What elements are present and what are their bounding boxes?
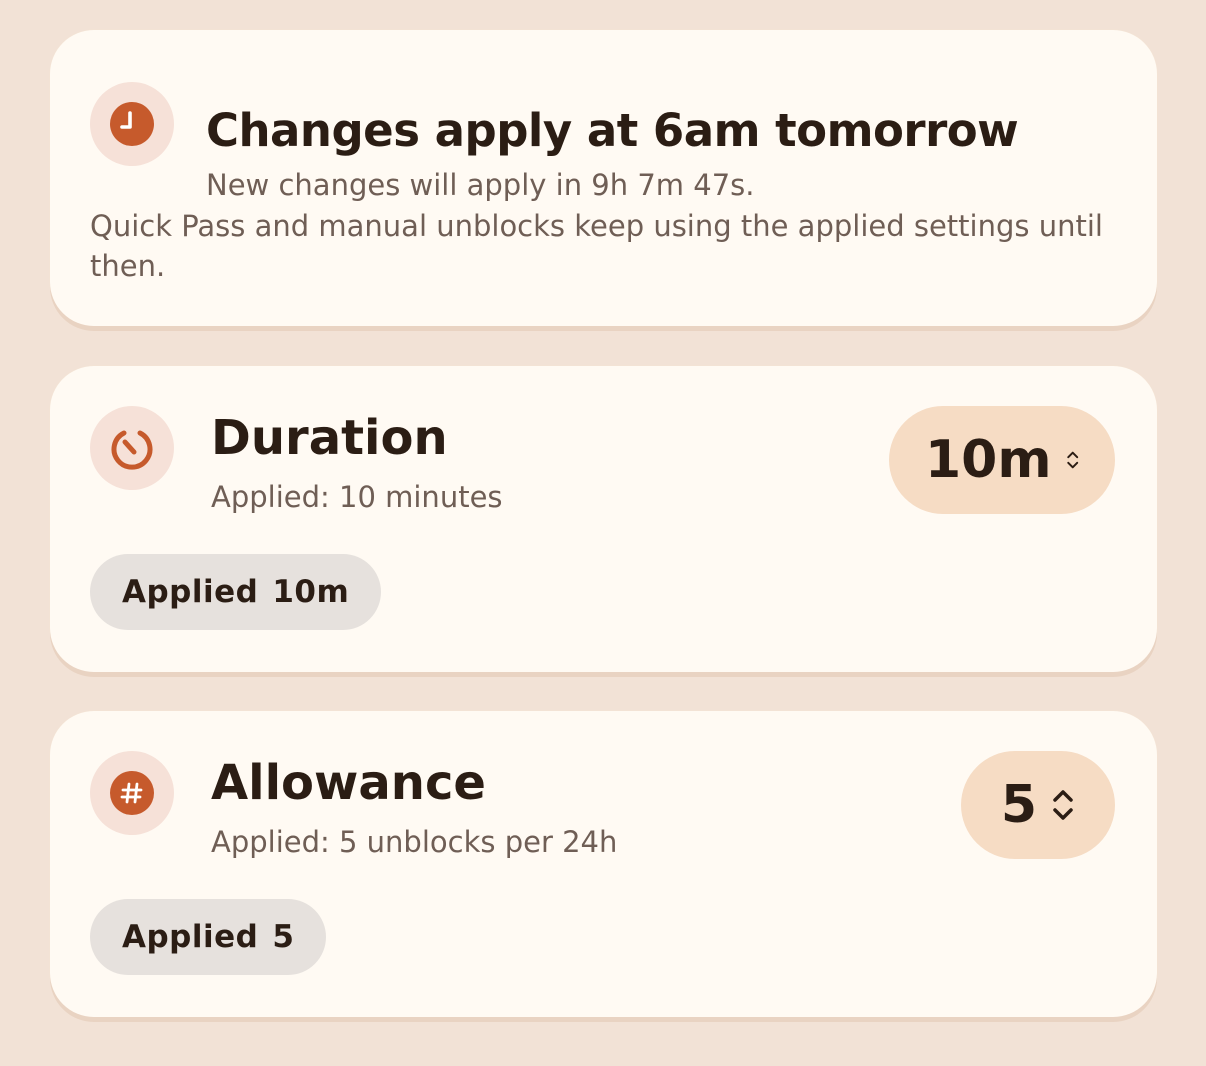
notice-description: Quick Pass and manual unblocks keep usin…	[90, 209, 1103, 283]
applied-chip-value: 5	[272, 919, 295, 955]
notice-countdown: New changes will apply in 9h 7m 47s.	[206, 168, 755, 202]
allowance-picker-value: 5	[1000, 775, 1038, 835]
setting-title-duration: Duration	[211, 410, 448, 466]
chevron-up-down-icon	[1066, 451, 1078, 469]
allowance-setting-card: Allowance Applied: 5 unblocks per 24h 5 …	[50, 711, 1157, 1017]
duration-picker[interactable]: 10m	[889, 406, 1115, 514]
applied-chip-value: 10m	[272, 574, 350, 610]
allowance-picker[interactable]: 5	[961, 751, 1115, 859]
applied-chip-label: Applied	[122, 574, 259, 610]
duration-picker-value: 10m	[925, 430, 1052, 490]
notice-title: Changes apply at 6am tomorrow	[206, 104, 1019, 157]
setting-subtitle-duration: Applied: 10 minutes	[211, 480, 503, 514]
applied-chip-allowance: Applied 5	[90, 899, 327, 975]
clock-icon	[110, 102, 154, 146]
clock-icon-badge	[90, 82, 174, 166]
applied-chip-duration: Applied 10m	[90, 554, 382, 630]
schedule-notice-card: Changes apply at 6am tomorrow New change…	[50, 30, 1157, 326]
duration-setting-card: Duration Applied: 10 minutes 10m Applied…	[50, 366, 1157, 672]
chevron-up-down-icon	[1053, 790, 1073, 820]
setting-subtitle-allowance: Applied: 5 unblocks per 24h	[211, 825, 618, 859]
hash-icon-badge	[90, 751, 174, 835]
timer-icon-badge	[90, 406, 174, 490]
timer-icon	[111, 430, 153, 470]
applied-chip-label: Applied	[122, 919, 259, 955]
hash-icon	[110, 771, 154, 815]
setting-title-allowance: Allowance	[211, 755, 486, 811]
